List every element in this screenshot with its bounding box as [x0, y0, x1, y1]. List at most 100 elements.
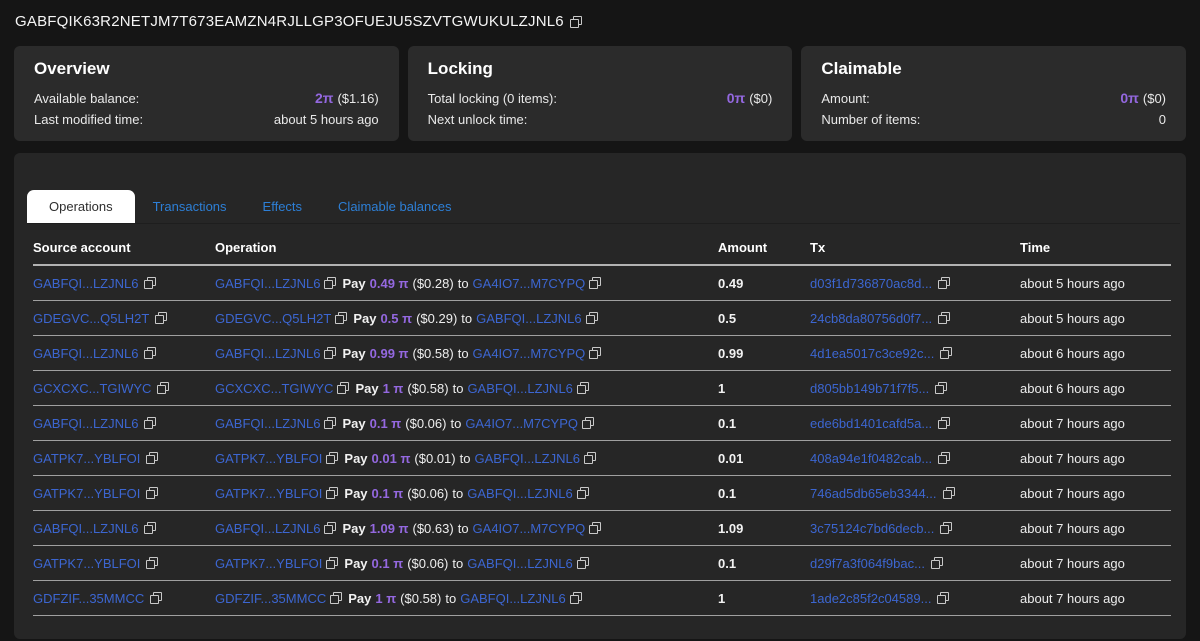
copy-icon[interactable]	[324, 522, 336, 534]
tab-effects[interactable]: Effects	[245, 190, 321, 223]
operation-from-link[interactable]: GABFQI...LZJNL6	[215, 521, 320, 536]
source-account-link[interactable]: GABFQI...LZJNL6	[33, 521, 138, 536]
copy-icon[interactable]	[146, 557, 158, 569]
to-label: to	[458, 276, 469, 291]
col-header-time: Time	[1020, 240, 1171, 255]
tab-operations[interactable]: Operations	[27, 190, 135, 223]
operation-to-link[interactable]: GABFQI...LZJNL6	[467, 486, 572, 501]
operation-to-link[interactable]: GABFQI...LZJNL6	[476, 311, 581, 326]
tx-link[interactable]: 4d1ea5017c3ce92c...	[810, 346, 934, 361]
operation-cell: GATPK7...YBLFOI Pay 0.1 π ($0.06) to GAB…	[215, 556, 718, 571]
copy-icon[interactable]	[144, 277, 156, 289]
tx-link[interactable]: 1ade2c85f2c04589...	[810, 591, 931, 606]
amount-cell: 0.1	[718, 486, 810, 501]
tx-link[interactable]: d805bb149b71f7f5...	[810, 381, 929, 396]
last-modified-label: Last modified time:	[34, 109, 143, 130]
tx-link[interactable]: d03f1d736870ac8d...	[810, 276, 932, 291]
tab-transactions[interactable]: Transactions	[135, 190, 245, 223]
source-account-link[interactable]: GATPK7...YBLFOI	[33, 486, 140, 501]
copy-icon[interactable]	[324, 347, 336, 359]
copy-icon[interactable]	[157, 382, 169, 394]
operation-usd-amount: ($0.01)	[414, 451, 455, 466]
copy-icon[interactable]	[146, 487, 158, 499]
tx-link[interactable]: d29f7a3f064f9bac...	[810, 556, 925, 571]
operation-from-link[interactable]: GABFQI...LZJNL6	[215, 346, 320, 361]
copy-icon[interactable]	[938, 417, 950, 429]
operation-from-link[interactable]: GCXCXC...TGIWYC	[215, 381, 333, 396]
copy-icon[interactable]	[577, 382, 589, 394]
copy-icon[interactable]	[335, 312, 347, 324]
copy-icon[interactable]	[938, 452, 950, 464]
source-account-link[interactable]: GDEGVC...Q5LH2T	[33, 311, 149, 326]
operation-to-link[interactable]: GABFQI...LZJNL6	[467, 556, 572, 571]
operation-from-link[interactable]: GDFZIF...35MMCC	[215, 591, 326, 606]
operation-to-link[interactable]: GABFQI...LZJNL6	[474, 451, 579, 466]
operation-from-link[interactable]: GDEGVC...Q5LH2T	[215, 311, 331, 326]
operation-to-link[interactable]: GA4IO7...M7CYPQ	[465, 416, 578, 431]
source-account-link[interactable]: GATPK7...YBLFOI	[33, 556, 140, 571]
copy-icon[interactable]	[326, 487, 338, 499]
tx-cell: 746ad5db65eb3344...	[810, 486, 1020, 501]
copy-icon[interactable]	[324, 417, 336, 429]
copy-icon[interactable]	[326, 452, 338, 464]
copy-icon[interactable]	[931, 557, 943, 569]
source-account-link[interactable]: GABFQI...LZJNL6	[33, 416, 138, 431]
tab-claimable-balances[interactable]: Claimable balances	[320, 190, 469, 223]
copy-icon[interactable]	[324, 277, 336, 289]
copy-icon[interactable]	[589, 277, 601, 289]
copy-icon[interactable]	[570, 592, 582, 604]
copy-icon[interactable]	[146, 452, 158, 464]
to-label: to	[445, 591, 456, 606]
operation-pi-amount: 0.1 π	[370, 416, 402, 431]
copy-icon[interactable]	[150, 592, 162, 604]
copy-icon[interactable]	[943, 487, 955, 499]
source-account-link[interactable]: GABFQI...LZJNL6	[33, 346, 138, 361]
operation-to-link[interactable]: GABFQI...LZJNL6	[467, 381, 572, 396]
copy-icon[interactable]	[577, 487, 589, 499]
tx-link[interactable]: 24cb8da80756d0f7...	[810, 311, 932, 326]
tx-link[interactable]: 408a94e1f0482cab...	[810, 451, 932, 466]
copy-icon[interactable]	[589, 522, 601, 534]
copy-icon[interactable]	[582, 417, 594, 429]
operation-from-link[interactable]: GATPK7...YBLFOI	[215, 556, 322, 571]
operation-from-link[interactable]: GABFQI...LZJNL6	[215, 416, 320, 431]
source-account-link[interactable]: GDFZIF...35MMCC	[33, 591, 144, 606]
operation-to-link[interactable]: GA4IO7...M7CYPQ	[473, 276, 586, 291]
copy-icon[interactable]	[937, 592, 949, 604]
copy-icon[interactable]	[938, 312, 950, 324]
copy-icon[interactable]	[586, 312, 598, 324]
copy-icon[interactable]	[326, 557, 338, 569]
copy-icon[interactable]	[577, 557, 589, 569]
tx-link[interactable]: ede6bd1401cafd5a...	[810, 416, 932, 431]
copy-icon[interactable]	[940, 347, 952, 359]
copy-icon[interactable]	[589, 347, 601, 359]
operation-to-link[interactable]: GA4IO7...M7CYPQ	[473, 521, 586, 536]
copy-icon[interactable]	[144, 522, 156, 534]
copy-icon[interactable]	[144, 417, 156, 429]
copy-icon[interactable]	[144, 347, 156, 359]
operation-from-link[interactable]: GATPK7...YBLFOI	[215, 451, 322, 466]
operation-from-link[interactable]: GATPK7...YBLFOI	[215, 486, 322, 501]
tx-link[interactable]: 746ad5db65eb3344...	[810, 486, 937, 501]
copy-icon[interactable]	[940, 522, 952, 534]
to-label: to	[452, 556, 463, 571]
operation-to-link[interactable]: GABFQI...LZJNL6	[460, 591, 565, 606]
tx-link[interactable]: 3c75124c7bd6decb...	[810, 521, 934, 536]
copy-icon[interactable]	[337, 382, 349, 394]
operation-cell: GATPK7...YBLFOI Pay 0.01 π ($0.01) to GA…	[215, 451, 718, 466]
number-of-items-value: 0	[1159, 109, 1166, 130]
copy-icon[interactable]	[155, 312, 167, 324]
source-account-link[interactable]: GCXCXC...TGIWYC	[33, 381, 151, 396]
copy-icon[interactable]	[584, 452, 596, 464]
operation-from-link[interactable]: GABFQI...LZJNL6	[215, 276, 320, 291]
table-row: GATPK7...YBLFOI GATPK7...YBLFOI Pay 0.1 …	[33, 546, 1171, 581]
operation-to-link[interactable]: GA4IO7...M7CYPQ	[473, 346, 586, 361]
source-account-link[interactable]: GATPK7...YBLFOI	[33, 451, 140, 466]
operation-pi-amount: 0.01 π	[372, 451, 411, 466]
copy-icon[interactable]	[938, 277, 950, 289]
source-account-link[interactable]: GABFQI...LZJNL6	[33, 276, 138, 291]
copy-icon[interactable]	[330, 592, 342, 604]
pay-label: Pay	[344, 556, 367, 571]
copy-icon[interactable]	[935, 382, 947, 394]
copy-icon[interactable]	[570, 16, 582, 28]
